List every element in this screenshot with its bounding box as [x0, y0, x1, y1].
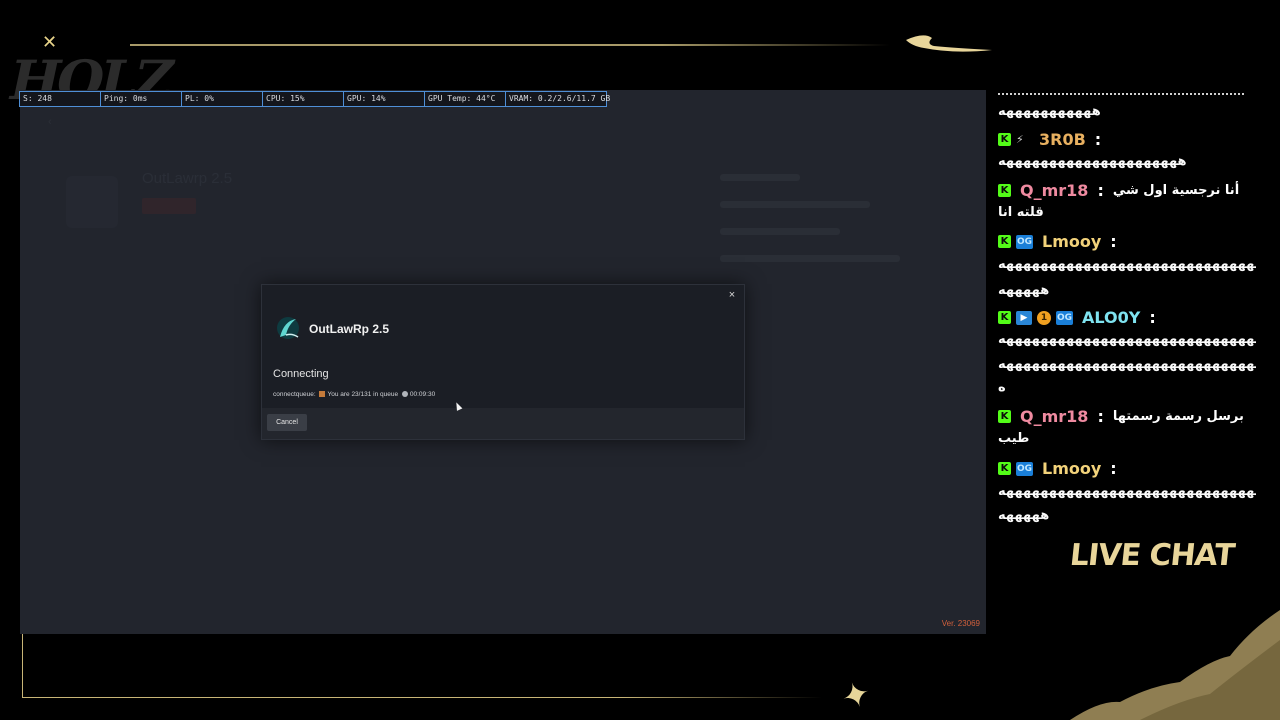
chat-message-header: K Q_mr18: برسل رسمة رسمتها: [998, 407, 1256, 426]
chat-message-text: هههههههههههههههههههههههههههههههه: [998, 357, 1256, 372]
back-icon[interactable]: ‹: [48, 116, 52, 128]
queue-prefix: connectqueue:: [273, 391, 316, 398]
server-logo-icon: [277, 317, 299, 339]
bot-badge-icon: ⚡: [1016, 132, 1024, 146]
chat-message-text: برسل رسمة رسمتها: [1112, 409, 1244, 424]
stat-fps: S: 248: [20, 92, 101, 106]
live-chat-title: LIVE CHAT: [1068, 538, 1236, 573]
chat-message-header: K ▶ 1 OG ALO0Y:: [998, 308, 1256, 327]
chat-message-header: K ⚡ 3R0B:: [998, 130, 1256, 149]
star-icon: ✕: [42, 32, 58, 52]
chat-message-text: هههههههههههههههههههههههههههههههه: [998, 484, 1256, 499]
stat-cpu: CPU: 15%: [263, 92, 344, 106]
chat-message-header: K OG Lmooy:: [998, 232, 1256, 251]
chat-message-text: هههههههههههههههههههههههههههههههه: [998, 332, 1256, 347]
chat-username[interactable]: Lmooy: [1042, 232, 1101, 251]
chat-separator: :: [1110, 232, 1117, 251]
chat-separator: :: [1097, 407, 1104, 426]
chat-message-text: هههههههههههههههههههههههههههههههه: [998, 257, 1256, 272]
og-badge-icon: OG: [1056, 310, 1073, 325]
chat-separator: :: [1094, 130, 1102, 149]
stat-ping: Ping: 0ms: [101, 92, 182, 106]
kick-badge-icon: K: [998, 184, 1011, 197]
stat-packet-loss: PL: 0%: [182, 92, 263, 106]
overlay-bottom-line: [22, 697, 822, 698]
live-chat-panel: هههههههههههه K ⚡ 3R0B: ههههههههههههههههههههه…: [990, 88, 1258, 538]
chat-username[interactable]: Q_mr18: [1020, 407, 1088, 426]
queue-info: connectqueue: You are 23/131 in queue 00…: [273, 391, 435, 398]
chat-separator: :: [1110, 459, 1117, 478]
queue-icon: [319, 391, 326, 398]
chat-message-text: قلته انا: [998, 205, 1044, 220]
gold-paint-splash: [1070, 610, 1280, 720]
version-label: Ver. 23069: [941, 619, 980, 628]
background-server-title: OutLawrp 2.5: [142, 170, 233, 187]
og-badge-icon: OG: [1016, 461, 1033, 476]
chat-username[interactable]: 3R0B: [1039, 130, 1086, 149]
kick-badge-icon: K: [998, 133, 1011, 146]
kick-badge-icon: K: [998, 462, 1011, 475]
stat-gpu: GPU: 14%: [344, 92, 425, 106]
cancel-button[interactable]: Cancel: [267, 414, 307, 431]
chat-message-text: هههههههههههه: [998, 104, 1103, 119]
stat-gpu-temp: GPU Temp: 44°C: [425, 92, 506, 106]
background-connect-button: [142, 198, 196, 214]
chat-message-text: هههههههههههههههههههههه: [998, 154, 1189, 169]
kick-badge-icon: K: [998, 311, 1011, 324]
dialog-title: OutLawRp 2.5: [309, 322, 390, 336]
og-badge-icon: OG: [1016, 234, 1033, 249]
close-icon[interactable]: ×: [726, 289, 738, 301]
clock-icon: [401, 391, 408, 398]
background-server-info: [720, 174, 950, 294]
queue-time: 00:09:30: [409, 391, 436, 398]
chat-message-header: K OG Lmooy:: [998, 459, 1256, 478]
connecting-dialog: × OutLawRp 2.5 Connecting connectqueue: …: [261, 284, 745, 440]
chat-message-text: هههههه: [998, 508, 1052, 523]
dialog-footer: Cancel: [262, 408, 744, 439]
chat-divider: [998, 93, 1244, 95]
connection-status: Connecting: [273, 368, 329, 380]
chat-message-text: طيب: [998, 431, 1030, 446]
chat-message-text: هههههه: [998, 283, 1052, 298]
chat-message-header: K Q_mr18: أنا نرجسية اول شي: [998, 181, 1256, 200]
overlay-top-line: [130, 44, 890, 46]
kick-badge-icon: K: [998, 235, 1011, 248]
gift-badge-icon: 1: [1037, 310, 1051, 325]
stat-vram: VRAM: 0.2/2.6/11.7 GB: [509, 94, 611, 103]
chat-message-text: ه: [998, 380, 1008, 395]
chat-username[interactable]: Q_mr18: [1020, 181, 1088, 200]
chat-username[interactable]: ALO0Y: [1082, 308, 1140, 327]
background-server-card: OutLawrp 2.5: [60, 170, 300, 280]
gold-swoosh-icon: [906, 35, 992, 52]
kick-badge-icon: K: [998, 410, 1011, 423]
chat-message-text: أنا نرجسية اول شي: [1112, 183, 1240, 198]
flag-badge-icon: ▶: [1016, 310, 1032, 325]
chat-separator: :: [1097, 181, 1104, 200]
queue-position: You are 23/131 in queue: [327, 391, 399, 398]
chat-username[interactable]: Lmooy: [1042, 459, 1101, 478]
game-topbar: ‹: [20, 108, 986, 136]
performance-stats-bar: S: 248 Ping: 0ms PL: 0% CPU: 15% GPU: 14…: [19, 91, 611, 107]
server-logo-icon: [66, 176, 118, 228]
chat-separator: :: [1149, 308, 1156, 327]
star-icon: ✦: [836, 673, 876, 719]
